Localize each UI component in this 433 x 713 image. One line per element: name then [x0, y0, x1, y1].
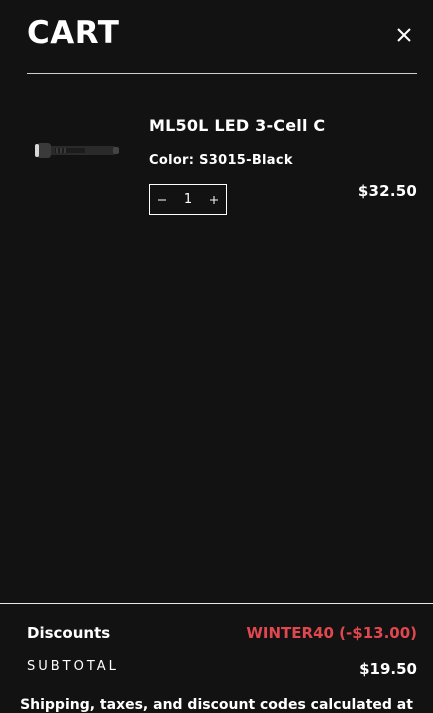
cart-title: CART — [27, 15, 120, 51]
plus-icon — [210, 195, 218, 204]
checkout-note: Shipping, taxes, and discount codes calc… — [20, 697, 413, 713]
subtotal-value: $19.50 — [359, 660, 417, 678]
discount-value: WINTER40 (-$13.00) — [246, 624, 417, 642]
item-price: $32.50 — [357, 182, 417, 200]
discounts-label: Discounts — [27, 624, 111, 642]
product-image[interactable] — [33, 134, 121, 170]
increase-quantity-button[interactable] — [202, 185, 226, 214]
close-icon — [397, 28, 411, 42]
flashlight-image — [35, 143, 119, 158]
header-divider — [27, 73, 417, 74]
quantity-input[interactable] — [174, 185, 202, 214]
quantity-stepper — [149, 184, 227, 215]
cart-header: CART — [27, 14, 417, 74]
minus-icon — [158, 199, 166, 200]
decrease-quantity-button[interactable] — [150, 185, 174, 214]
subtotal-label: SUBTOTAL — [27, 659, 119, 674]
close-button[interactable] — [391, 22, 417, 48]
product-variant: Color: S3015-Black — [149, 153, 293, 168]
product-name[interactable]: ML50L LED 3-Cell C — [149, 116, 325, 135]
cart-item: ML50L LED 3-Cell C Color: S3015-Black $3… — [27, 110, 417, 230]
footer-divider — [0, 603, 433, 604]
